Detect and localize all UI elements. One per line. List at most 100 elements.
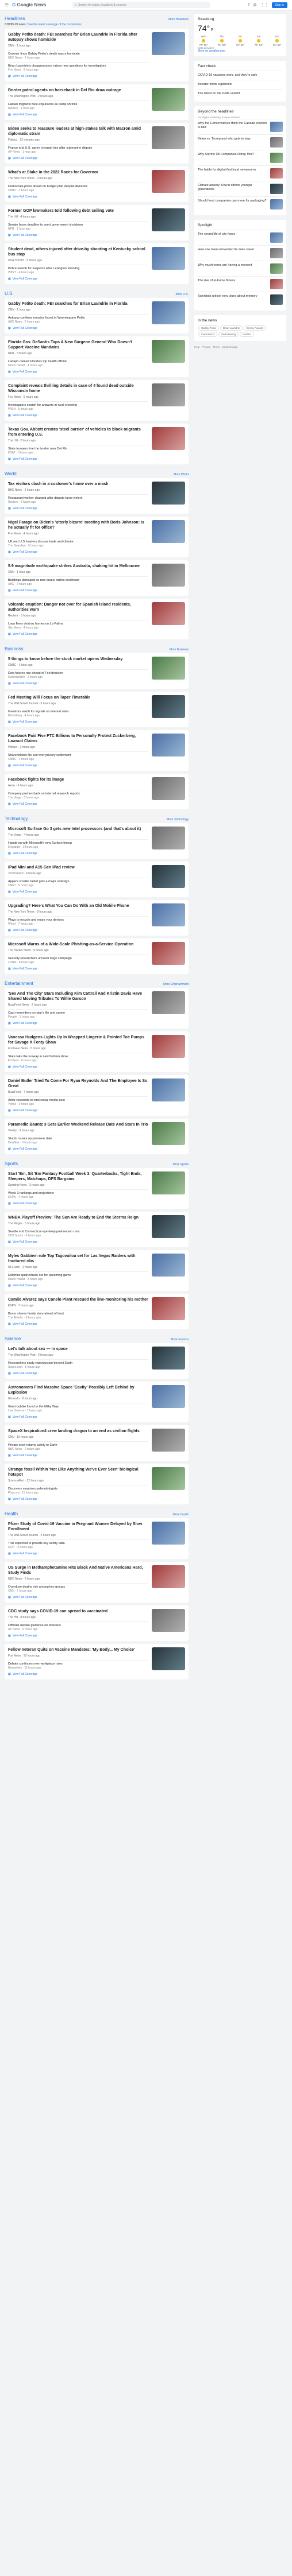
story-thumbnail[interactable] <box>152 1078 185 1101</box>
full-coverage-link[interactable]: ▦ View Full Coverage <box>8 589 148 592</box>
full-coverage-link[interactable]: ▦ View Full Coverage <box>8 457 148 461</box>
full-coverage-link[interactable]: ▦ View Full Coverage <box>8 113 148 117</box>
story-thumbnail[interactable] <box>152 777 185 800</box>
section-title[interactable]: Headlines <box>5 16 25 21</box>
related-title[interactable]: Dolphins quarterback out for upcoming ga… <box>8 1274 148 1278</box>
story-title[interactable]: Fellow Veteran Quits on Vaccine Mandates… <box>8 1647 148 1652</box>
more-link[interactable]: More Sports <box>173 1163 189 1166</box>
section-title[interactable]: Health <box>5 1511 18 1516</box>
related-title[interactable]: Security researchers uncover large campa… <box>8 957 148 961</box>
story-thumbnail[interactable] <box>152 734 185 756</box>
full-coverage-link[interactable]: ▦ View Full Coverage <box>8 157 148 160</box>
story-title[interactable]: Daniel Butler Tried To Come For Ryan Rey… <box>8 1078 148 1089</box>
more-link[interactable]: More World <box>174 473 189 476</box>
story-title[interactable]: Biden seeks to reassure leaders at high-… <box>8 126 148 137</box>
story-thumbnail[interactable] <box>152 247 185 270</box>
full-coverage-link[interactable]: ▦ View Full Coverage <box>8 1284 148 1287</box>
related-title[interactable]: Police search for suspects after Lexingt… <box>8 267 148 271</box>
full-coverage-link[interactable]: ▦ View Full Coverage <box>8 682 148 685</box>
related-title[interactable]: Studio moves up premiere date <box>8 1137 148 1141</box>
related-title[interactable]: Democrats press ahead on budget plan des… <box>8 185 148 189</box>
story-title[interactable]: Start 'Em, Sit 'Em Fantasy Football Week… <box>8 1171 148 1182</box>
story-title[interactable]: Microsoft Surface Go 3 gets new Intel pr… <box>8 827 148 832</box>
full-coverage-link[interactable]: ▦ View Full Coverage <box>8 1415 148 1419</box>
story-title[interactable]: Let's talk about sex — in space <box>8 1347 148 1352</box>
related-title[interactable]: Senate faces deadline to avert governmen… <box>8 223 148 227</box>
related-title[interactable]: Company pushes back on internal research… <box>8 792 148 796</box>
story-title[interactable]: 5.9 magnitude earthquake strikes Austral… <box>8 564 148 569</box>
beyond-headlines-item[interactable]: Why Are the Oil Companies Doing This? <box>198 150 283 165</box>
more-link[interactable]: More Business <box>170 648 189 651</box>
story-title[interactable]: Gabby Petito death: FBI searches for Bri… <box>8 301 148 307</box>
section-title[interactable]: Science <box>5 1336 21 1341</box>
section-title[interactable]: Entertainment <box>5 981 33 986</box>
full-coverage-link[interactable]: ▦ View Full Coverage <box>8 1596 148 1599</box>
full-coverage-link[interactable]: ▦ View Full Coverage <box>8 720 148 724</box>
related-title[interactable]: Seattle and Connecticut eye deep postsea… <box>8 1230 148 1234</box>
story-thumbnail[interactable] <box>152 1385 185 1408</box>
story-title[interactable]: Former GOP lawmakers told following debt… <box>8 208 148 214</box>
beyond-headlines-item[interactable]: Biden vs. Trump and who gets to stay <box>198 134 283 150</box>
story-thumbnail[interactable] <box>152 1647 185 1670</box>
beyond-headlines-item[interactable]: Climate anxiety: How it affects younger … <box>198 181 283 196</box>
story-title[interactable]: What's at Stake in the 2022 Races for Go… <box>8 170 148 175</box>
story-title[interactable]: Border patrol agents on horseback in Del… <box>8 88 148 93</box>
topic-chip[interactable]: Brian Laundrie <box>220 325 243 331</box>
full-coverage-link[interactable]: ▦ View Full Coverage <box>8 195 148 199</box>
story-title[interactable]: Texas Gov. Abbott creates 'steel barrier… <box>8 427 148 437</box>
weather-unit[interactable]: F <box>210 28 213 32</box>
full-coverage-link[interactable]: ▦ View Full Coverage <box>8 414 148 417</box>
related-title[interactable]: Investors watch for signals on interest … <box>8 710 148 714</box>
full-coverage-link[interactable]: ▦ View Full Coverage <box>8 967 148 971</box>
topic-chip[interactable]: Emmy Awards <box>244 325 266 331</box>
story-thumbnail[interactable] <box>152 1171 185 1194</box>
story-thumbnail[interactable] <box>152 32 185 55</box>
full-coverage-link[interactable]: ▦ View Full Coverage <box>8 633 148 636</box>
related-title[interactable]: Brian Laundrie's disappearance raises ne… <box>8 64 148 68</box>
section-title[interactable]: Technology <box>5 816 28 821</box>
fact-check-item[interactable]: COVID-19 vaccines work, and they're safe <box>198 71 283 80</box>
full-coverage-link[interactable]: ▦ View Full Coverage <box>8 890 148 894</box>
story-title[interactable]: iPad Mini and A15 Gen iPad review <box>8 865 148 870</box>
story-title[interactable]: Strange fossil Within 'Not Like Anything… <box>8 1467 148 1477</box>
story-thumbnail[interactable] <box>152 827 185 849</box>
story-thumbnail[interactable] <box>152 865 185 888</box>
related-title[interactable]: Shareholders file suit over privacy sett… <box>8 754 148 758</box>
full-coverage-link[interactable]: ▦ View Full Coverage <box>8 1147 148 1151</box>
related-title[interactable]: Autopsy confirms remains found in Wyomin… <box>8 316 148 320</box>
sign-in-button[interactable]: Sign in <box>271 2 287 8</box>
story-thumbnail[interactable] <box>152 340 185 363</box>
beyond-headlines-item[interactable]: The battle for digital-first local newsr… <box>198 165 283 181</box>
story-thumbnail[interactable] <box>152 383 185 406</box>
beyond-headlines-item[interactable]: Why the Conservatives think the Canada e… <box>198 119 283 134</box>
story-thumbnail[interactable] <box>152 427 185 450</box>
full-coverage-link[interactable]: ▦ View Full Coverage <box>8 507 148 510</box>
story-title[interactable]: 'Sex And The City' Stars Including Kim C… <box>8 991 148 1002</box>
full-coverage-link[interactable]: ▦ View Full Coverage <box>8 1022 148 1025</box>
story-title[interactable]: Facebook Paid Five FTC Billions to Perso… <box>8 734 148 744</box>
story-title[interactable]: WNBA Playoff Preview: The Sun Are Ready … <box>8 1215 148 1220</box>
fact-check-item[interactable]: The latest on the Delta variant <box>198 89 283 98</box>
related-title[interactable]: Investigators search for answers in rura… <box>8 404 148 408</box>
related-title[interactable]: Actor responds to viral social media pos… <box>8 1099 148 1103</box>
more-link[interactable]: More U.S. <box>175 293 189 296</box>
related-title[interactable]: Discovery surprises paleontologists <box>8 1487 148 1491</box>
related-title[interactable]: Hands-on with Microsoft's new Surface li… <box>8 841 148 845</box>
related-title[interactable]: Haitian migrants face expulsions as camp… <box>8 103 148 107</box>
story-title[interactable]: CDC study says COVID-19 can spread to va… <box>8 1609 148 1614</box>
more-link[interactable]: More Health <box>173 1513 189 1516</box>
story-title[interactable]: Vanessa Hudgens Lights Up In Wrapped Lin… <box>8 1035 148 1045</box>
app-logo[interactable]: G Google News <box>12 2 46 7</box>
story-title[interactable]: Student dead, others injured after drive… <box>8 247 148 257</box>
related-title[interactable]: Officials update guidance on boosters <box>8 1624 148 1628</box>
fact-check-item[interactable]: Booster shots explained <box>198 80 283 89</box>
story-thumbnail[interactable] <box>152 1122 185 1145</box>
story-thumbnail[interactable] <box>152 657 185 680</box>
settings-icon[interactable]: ⚙ <box>253 3 256 7</box>
full-coverage-link[interactable]: ▦ View Full Coverage <box>8 852 148 855</box>
full-coverage-link[interactable]: ▦ View Full Coverage <box>8 277 148 281</box>
story-thumbnail[interactable] <box>152 301 185 324</box>
story-title[interactable]: Gabby Petito death: FBI searches for Bri… <box>8 32 148 42</box>
story-title[interactable]: Paramedic Bauntz 3 Gets Earlier Weekend … <box>8 1122 148 1127</box>
section-title[interactable]: Business <box>5 646 23 651</box>
